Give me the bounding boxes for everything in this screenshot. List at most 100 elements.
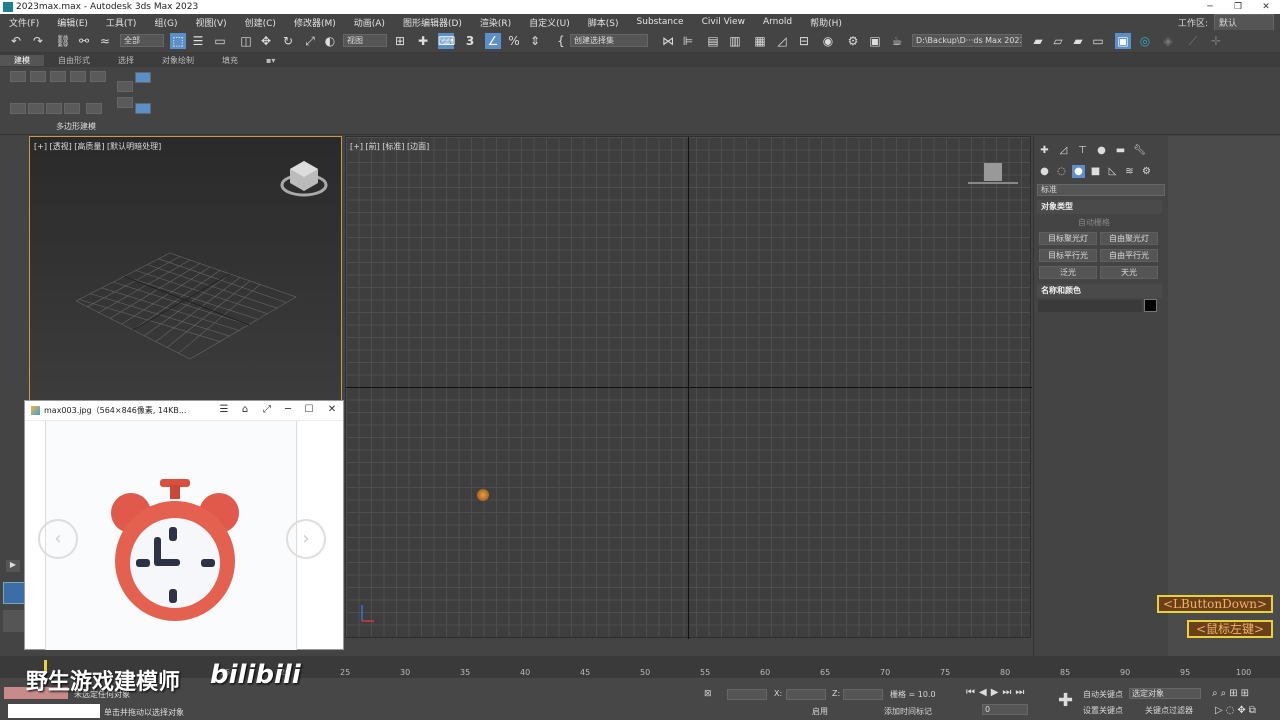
playback-controls[interactable]: ⏮◀▶⏭⏭ [966, 687, 1028, 698]
systems-icon[interactable]: ⚙ [1140, 165, 1153, 178]
menu-help[interactable]: 帮助(H) [801, 16, 851, 29]
link-icon[interactable]: ⛓ [55, 33, 71, 49]
ribbon-tool-button[interactable] [90, 71, 106, 82]
motion-tab-icon[interactable]: ● [1095, 144, 1108, 157]
tab-populate[interactable]: 填充 [208, 55, 252, 66]
select-object-icon[interactable]: ⬚ [170, 33, 186, 49]
pin-icon[interactable]: ⌂ [238, 404, 252, 415]
minimize-icon[interactable]: ─ [281, 404, 295, 415]
geometry-icon[interactable]: ● [1038, 165, 1051, 178]
menu-edit[interactable]: 编辑(E) [48, 16, 97, 29]
menu-group[interactable]: 组(G) [145, 16, 186, 29]
redo-icon[interactable]: ↷ [30, 33, 46, 49]
project-folder-icon[interactable]: ▰ [1030, 33, 1046, 49]
add-key-icon[interactable]: ✚ [1058, 690, 1073, 711]
autogrid-checkbox[interactable]: 自动栅格 [1078, 217, 1110, 228]
schematic-view-icon[interactable]: ⊟ [796, 33, 812, 49]
set-key-button[interactable]: 设置关键点 [1083, 705, 1123, 716]
menu-views[interactable]: 视图(V) [186, 16, 235, 29]
front-viewport[interactable]: [+] [前] [标准] [边面] [345, 136, 1032, 639]
maximize-icon[interactable]: ❐ [1224, 0, 1252, 14]
perspective-viewport-label[interactable]: [+] [透视] [高质量] [默认明暗处理] [34, 141, 161, 152]
rect-selection-icon[interactable]: ▭ [212, 33, 228, 49]
key-filters-button[interactable]: 关键点过滤器 [1145, 705, 1193, 716]
perspective-viewport[interactable]: [+] [透视] [高质量] [默认明暗处理] [29, 136, 342, 402]
render-frame-icon[interactable]: ▣ [867, 33, 883, 49]
ribbon-tool-button[interactable] [135, 103, 151, 114]
utilities-tab-icon[interactable]: 🔧︎ [1133, 144, 1146, 157]
edit-named-sel-icon[interactable]: { [553, 33, 569, 49]
name-color-rollout[interactable]: 名称和颜色 [1037, 284, 1162, 298]
tab-selection[interactable]: 选择 [104, 55, 148, 66]
x-coordinate-field[interactable] [727, 689, 767, 700]
spacewarps-icon[interactable]: ≋ [1123, 165, 1136, 178]
skylight-button[interactable]: 天光 [1100, 266, 1158, 279]
material-editor-icon[interactable]: ◉ [820, 33, 836, 49]
close-icon[interactable]: ✕ [1252, 0, 1280, 14]
named-selection-dropdown[interactable]: 创建选择集 [570, 34, 648, 47]
scene-explorer-icon[interactable]: ▤ [705, 33, 721, 49]
ribbon-tool-button[interactable] [30, 71, 46, 82]
enable-label[interactable]: 启用 [812, 706, 828, 717]
sync-icon[interactable]: ◎ [1137, 33, 1153, 49]
open-icon[interactable]: ▱ [1050, 33, 1066, 49]
ribbon-tool-button[interactable] [10, 71, 26, 82]
z-coordinate-field[interactable] [843, 689, 883, 700]
menu-civil-view[interactable]: Civil View [693, 17, 754, 27]
viewport-layout-tab[interactable] [3, 582, 25, 604]
window-crossing-icon[interactable]: ◫ [238, 33, 254, 49]
curve-editor-icon[interactable]: ◿ [774, 33, 790, 49]
menu-arnold[interactable]: Arnold [754, 17, 801, 27]
close-icon[interactable]: ✕ [325, 404, 339, 415]
project-path-dropdown[interactable]: D:\Backup\D···ds Max 2023 [912, 34, 1022, 47]
menu-create[interactable]: 创建(C) [236, 16, 285, 29]
align-icon[interactable]: ⊫ [680, 33, 696, 49]
ribbon-tool-button[interactable] [86, 103, 102, 114]
ribbon-tool-button[interactable] [10, 103, 26, 114]
select-by-name-icon[interactable]: ☰ [190, 33, 206, 49]
cameras-icon[interactable]: ■ [1089, 165, 1102, 178]
selection-filter-dropdown[interactable]: 全部 [120, 34, 164, 47]
viewport-layout-icon[interactable]: ▣ [1115, 33, 1131, 49]
undo-icon[interactable]: ↶ [8, 33, 24, 49]
create-tab-icon[interactable]: ✚ [1038, 144, 1051, 157]
render-setup-icon[interactable]: ⚙ [845, 33, 861, 49]
move-icon[interactable]: ✥ [258, 33, 274, 49]
minimize-icon[interactable]: ─ [1196, 0, 1224, 14]
ribbon-tool-button[interactable] [117, 81, 133, 92]
tab-modeling[interactable]: 建模 [0, 54, 44, 66]
target-direct-button[interactable]: 目标平行光 [1039, 249, 1097, 262]
menu-graph-editors[interactable]: 图形编辑器(D) [394, 16, 471, 29]
select-manipulate-icon[interactable]: ✚ [415, 33, 431, 49]
bind-space-warp-icon[interactable]: ≈ [97, 33, 113, 49]
scale-icon[interactable]: ⤢ [302, 33, 318, 49]
display-tab-icon[interactable]: ▬ [1114, 144, 1127, 157]
place-icon[interactable]: ◐ [322, 33, 338, 49]
rotate-icon[interactable]: ↻ [280, 33, 296, 49]
object-name-field[interactable] [1038, 300, 1142, 312]
percent-snap-icon[interactable]: % [506, 33, 522, 49]
pivot-center-icon[interactable]: ⊞ [392, 33, 408, 49]
y-coordinate-field[interactable] [786, 689, 826, 700]
color-swatch[interactable] [1144, 299, 1157, 312]
helpers-icon[interactable]: ◺ [1106, 165, 1119, 178]
mirror-icon[interactable]: ⋈ [660, 33, 676, 49]
menu-animation[interactable]: 动画(A) [345, 16, 394, 29]
keyboard-shortcut-icon[interactable]: ⌨ [438, 33, 455, 49]
spinner-snap-icon[interactable]: ⇕ [527, 33, 543, 49]
object-type-rollout[interactable]: 对象类型 [1037, 200, 1162, 214]
reference-coordinate-dropdown[interactable]: 视图 [343, 34, 387, 47]
target-spot-button[interactable]: 目标聚光灯 [1039, 232, 1097, 245]
expand-arrow-icon[interactable]: ▶ [6, 560, 20, 572]
fullscreen-icon[interactable]: ⤢ [260, 404, 274, 415]
add-time-tag[interactable]: 添加时间标记 [884, 706, 932, 717]
ribbon-tool-button[interactable] [50, 71, 66, 82]
menu-icon[interactable]: ☰ [217, 404, 231, 415]
shapes-icon[interactable]: ◌ [1055, 165, 1068, 178]
light-type-dropdown[interactable]: 标准 [1037, 184, 1165, 196]
angle-snap-icon[interactable]: ∠ [485, 33, 501, 49]
tab-freeform[interactable]: 自由形式 [44, 55, 104, 66]
viewcube-icon[interactable] [276, 155, 332, 203]
key-mode-dropdown[interactable]: 选定对象 [1129, 688, 1201, 699]
tab-object-paint[interactable]: 对象绘制 [148, 55, 208, 66]
